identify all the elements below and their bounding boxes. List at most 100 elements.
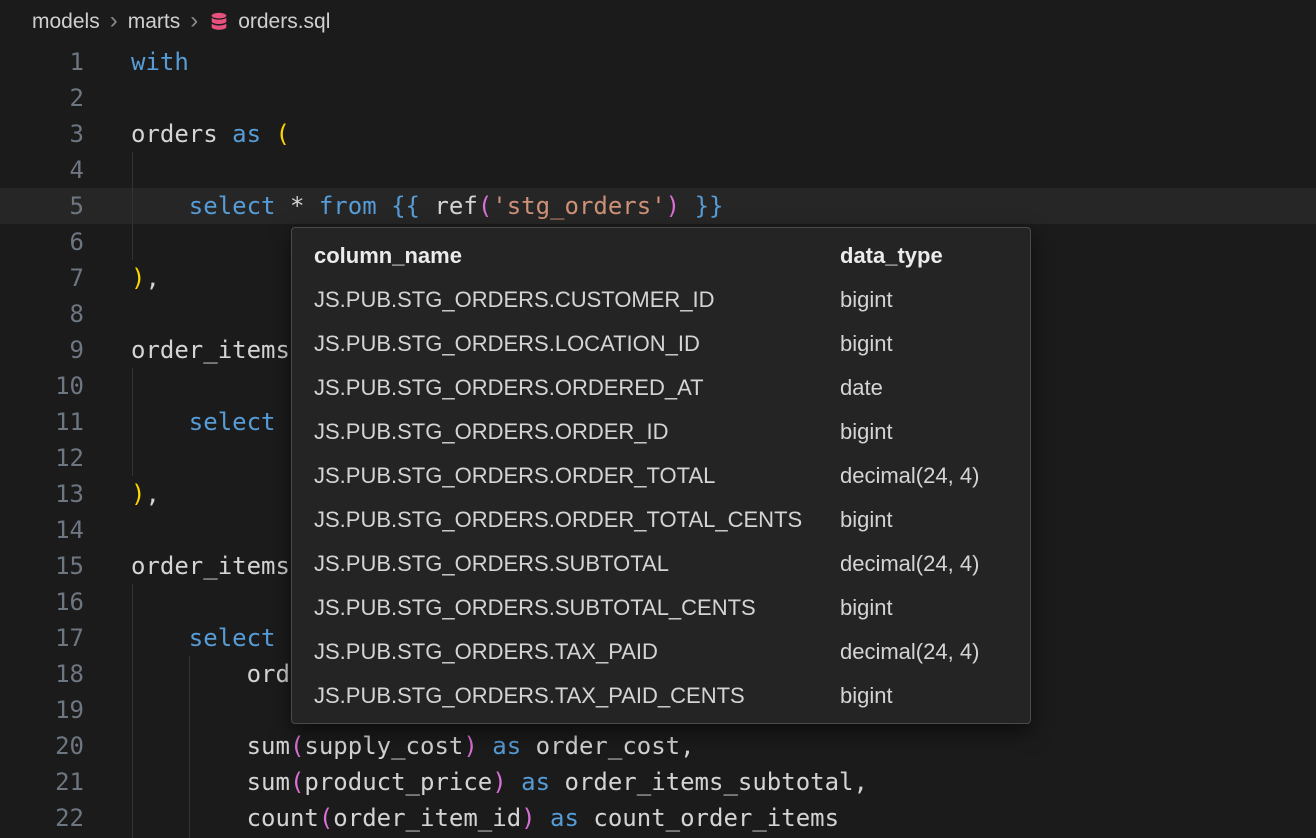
line-number: 14 [0,512,84,548]
table-row: JS.PUB.STG_ORDERS.ORDER_IDbigint [292,410,1030,454]
code-line-3[interactable]: 3orders as ( [0,116,1316,152]
code-line-5[interactable]: 5 select * from {{ ref('stg_orders') }} [0,188,1316,224]
data-type-cell: decimal(24, 4) [840,463,1008,489]
code-line-4[interactable]: 4 [0,152,1316,188]
code-token: ( [478,192,492,220]
code-token [536,804,550,832]
code-token: ( [276,120,290,148]
line-number: 17 [0,620,84,656]
code-text [84,692,131,728]
line-number: 16 [0,584,84,620]
data-type-header: data_type [840,243,1008,269]
column-name-header: column_name [314,243,840,269]
database-icon [208,10,230,34]
code-token: count [131,804,319,832]
code-token: order_items [131,336,290,364]
code-text [84,512,131,548]
line-number: 5 [0,188,84,224]
table-row: JS.PUB.STG_ORDERS.ORDER_TOTAL_CENTSbigin… [292,498,1030,542]
code-token: supply_cost [304,732,463,760]
code-token: order_items_subtotal, [550,768,868,796]
indent-guide [132,152,133,260]
indent-guide [189,656,190,838]
line-number: 22 [0,800,84,836]
data-type-cell: bigint [840,507,1008,533]
line-number: 21 [0,764,84,800]
code-token [478,732,492,760]
code-text [84,296,131,332]
column-name-cell: JS.PUB.STG_ORDERS.LOCATION_ID [314,331,840,357]
table-row: JS.PUB.STG_ORDERS.SUBTOTAL_CENTSbigint [292,586,1030,630]
line-number: 19 [0,692,84,728]
code-token: from [319,192,377,220]
code-token [261,120,275,148]
line-number: 9 [0,332,84,368]
breadcrumb-item-marts[interactable]: marts [128,10,181,34]
code-token: ) [666,192,680,220]
column-info-popup: column_name data_type JS.PUB.STG_ORDERS.… [291,227,1031,724]
code-token: select [189,624,276,652]
data-type-cell: bigint [840,419,1008,445]
breadcrumb-item-orders-sql[interactable]: orders.sql [238,10,330,34]
line-number: 20 [0,728,84,764]
column-name-cell: JS.PUB.STG_ORDERS.TAX_PAID_CENTS [314,683,840,709]
indent-guide [132,368,133,476]
code-token: ord [131,660,290,688]
code-token: count_order_items [579,804,839,832]
code-token: as [492,732,521,760]
code-token [377,192,391,220]
code-token: product_price [304,768,492,796]
column-name-cell: JS.PUB.STG_ORDERS.ORDERED_AT [314,375,840,401]
code-token: 'stg_orders' [492,192,665,220]
code-token: }} [695,192,724,220]
code-token: as [232,120,261,148]
table-row: JS.PUB.STG_ORDERS.TAX_PAID_CENTSbigint [292,674,1030,718]
table-row: JS.PUB.STG_ORDERS.SUBTOTALdecimal(24, 4) [292,542,1030,586]
code-line-1[interactable]: 1with [0,44,1316,80]
code-token: sum [131,768,290,796]
code-token: {{ [391,192,420,220]
code-token: , [145,264,159,292]
line-number: 7 [0,260,84,296]
code-text: count(order_item_id) as count_order_item… [84,800,839,836]
code-line-21[interactable]: 21 sum(product_price) as order_items_sub… [0,764,1316,800]
column-name-cell: JS.PUB.STG_ORDERS.ORDER_TOTAL_CENTS [314,507,840,533]
code-text: ord [84,656,290,692]
code-text: sum(product_price) as order_items_subtot… [84,764,868,800]
line-number: 10 [0,368,84,404]
code-token [507,768,521,796]
code-line-22[interactable]: 22 count(order_item_id) as count_order_i… [0,800,1316,836]
code-token: order_item_id [333,804,521,832]
popup-header-row: column_name data_type [292,234,1030,278]
code-text: order_items [84,548,290,584]
line-number: 3 [0,116,84,152]
column-name-cell: JS.PUB.STG_ORDERS.SUBTOTAL [314,551,840,577]
code-line-2[interactable]: 2 [0,80,1316,116]
data-type-cell: bigint [840,287,1008,313]
column-name-cell: JS.PUB.STG_ORDERS.CUSTOMER_ID [314,287,840,313]
breadcrumb-item-models[interactable]: models [32,10,100,34]
code-token: , [145,480,159,508]
code-text: orders as ( [84,116,290,152]
code-text [84,152,131,188]
code-token: ( [290,768,304,796]
line-number: 18 [0,656,84,692]
code-token: with [131,48,189,76]
column-name-cell: JS.PUB.STG_ORDERS.SUBTOTAL_CENTS [314,595,840,621]
table-row: JS.PUB.STG_ORDERS.ORDERED_ATdate [292,366,1030,410]
code-token: as [521,768,550,796]
column-name-cell: JS.PUB.STG_ORDERS.ORDER_ID [314,419,840,445]
line-number: 15 [0,548,84,584]
code-text [84,440,131,476]
code-text: order_items [84,332,290,368]
code-token: select [189,192,276,220]
code-token: ( [290,732,304,760]
column-name-cell: JS.PUB.STG_ORDERS.TAX_PAID [314,639,840,665]
code-line-20[interactable]: 20 sum(supply_cost) as order_cost, [0,728,1316,764]
code-text [84,368,131,404]
code-token [131,408,189,436]
code-token: sum [131,732,290,760]
code-token: as [550,804,579,832]
code-token [680,192,694,220]
line-number: 8 [0,296,84,332]
